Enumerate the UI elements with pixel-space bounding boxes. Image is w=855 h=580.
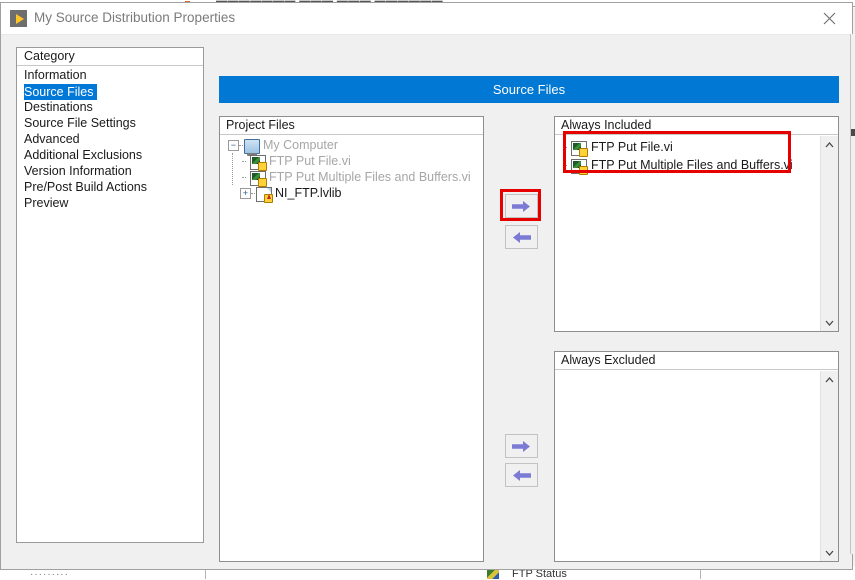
- category-item-label: Pre/Post Build Actions: [24, 180, 147, 194]
- labview-run-arrow-icon: [10, 10, 27, 27]
- remove-from-excluded-button[interactable]: [505, 463, 538, 487]
- always-included-panel: Always Included FTP Put File.vi FTP Put …: [554, 116, 839, 332]
- sidebar-item-advanced[interactable]: Advanced: [17, 131, 203, 147]
- always-included-list: FTP Put File.vi FTP Put Multiple Files a…: [555, 135, 838, 175]
- always-excluded-header: Always Excluded: [555, 352, 838, 370]
- computer-icon: [244, 139, 260, 156]
- category-item-label: Destinations: [24, 100, 93, 114]
- add-to-excluded-button[interactable]: [505, 434, 538, 458]
- tree-item-ftp-put-file[interactable]: FTP Put File.vi: [220, 153, 483, 171]
- remove-from-included-button[interactable]: [505, 225, 538, 249]
- always-included-header: Always Included: [555, 117, 838, 135]
- category-header: Category: [17, 48, 203, 66]
- sidebar-item-version-information[interactable]: Version Information: [17, 163, 203, 179]
- sidebar-item-pre-post-build-actions[interactable]: Pre/Post Build Actions: [17, 179, 203, 195]
- dialog-title: My Source Distribution Properties: [34, 10, 236, 25]
- background-window-right-edge: [850, 34, 855, 554]
- vi-icon: [571, 159, 588, 175]
- category-item-label: Advanced: [24, 132, 80, 146]
- dialog-body: Category Information Source Files Destin…: [1, 35, 852, 571]
- tree-item-label: My Computer: [263, 138, 339, 152]
- background-edge-marker: [851, 129, 855, 136]
- category-items: Information Source Files Destinations So…: [17, 66, 203, 211]
- project-files-header: Project Files: [220, 117, 483, 135]
- vi-icon: [571, 141, 588, 157]
- project-files-tree: − My Computer FTP Put File.vi FTP Put Mu…: [220, 135, 483, 203]
- collapse-expander-icon[interactable]: −: [228, 140, 239, 151]
- tree-item-my-computer[interactable]: − My Computer: [220, 137, 483, 156]
- vi-icon: [250, 171, 267, 187]
- category-item-label: Version Information: [24, 164, 132, 178]
- scroll-up-icon[interactable]: [821, 371, 838, 388]
- scroll-down-icon[interactable]: [821, 314, 838, 331]
- category-item-label: Source File Settings: [24, 116, 136, 130]
- always-excluded-scrollbar[interactable]: [820, 371, 838, 561]
- screenshot-root: ▬▬▬▬▬▬▬ ▬▬▬ ▬▬▬ ▬▬▬▬▬▬ ········· FTP Sta…: [0, 0, 855, 580]
- sidebar-item-additional-exclusions[interactable]: Additional Exclusions: [17, 147, 203, 163]
- sidebar-item-information[interactable]: Information: [17, 67, 203, 83]
- vi-icon: [250, 155, 267, 171]
- list-item-label: FTP Put Multiple Files and Buffers.vi: [591, 158, 793, 172]
- category-item-label-selected: Source Files: [24, 84, 98, 100]
- properties-dialog: My Source Distribution Properties Catego…: [0, 2, 853, 570]
- category-list-panel: Category Information Source Files Destin…: [16, 47, 204, 543]
- add-to-included-button[interactable]: [505, 194, 538, 218]
- sidebar-item-destinations[interactable]: Destinations: [17, 99, 203, 115]
- list-item[interactable]: FTP Put Multiple Files and Buffers.vi: [555, 156, 838, 175]
- tree-item-label: NI_FTP.lvlib: [275, 186, 342, 200]
- list-item[interactable]: FTP Put File.vi: [555, 138, 838, 157]
- category-item-label: Additional Exclusions: [24, 148, 143, 162]
- scroll-down-icon[interactable]: [821, 544, 838, 561]
- list-item-label: FTP Put File.vi: [591, 140, 673, 154]
- sidebar-item-preview[interactable]: Preview: [17, 195, 203, 211]
- tree-item-ni-ftp-lvlib[interactable]: + NI_FTP.lvlib: [220, 185, 483, 203]
- tree-item-label: FTP Put Multiple Files and Buffers.vi: [269, 170, 471, 184]
- category-item-label: Preview: [24, 196, 69, 210]
- project-files-panel: Project Files − My Computer FTP Put File…: [219, 116, 484, 562]
- expand-expander-icon[interactable]: +: [240, 188, 251, 199]
- dialog-titlebar: My Source Distribution Properties: [1, 3, 852, 35]
- tree-item-ftp-put-multiple[interactable]: FTP Put Multiple Files and Buffers.vi: [220, 169, 483, 187]
- tree-item-label: FTP Put File.vi: [269, 154, 351, 168]
- close-icon[interactable]: [806, 3, 852, 33]
- library-icon: [256, 187, 273, 203]
- sidebar-item-source-files[interactable]: Source Files: [17, 83, 203, 100]
- category-item-label: Information: [24, 68, 87, 82]
- page-title: Source Files: [219, 76, 839, 103]
- always-excluded-panel: Always Excluded: [554, 351, 839, 562]
- sidebar-item-source-file-settings[interactable]: Source File Settings: [17, 115, 203, 131]
